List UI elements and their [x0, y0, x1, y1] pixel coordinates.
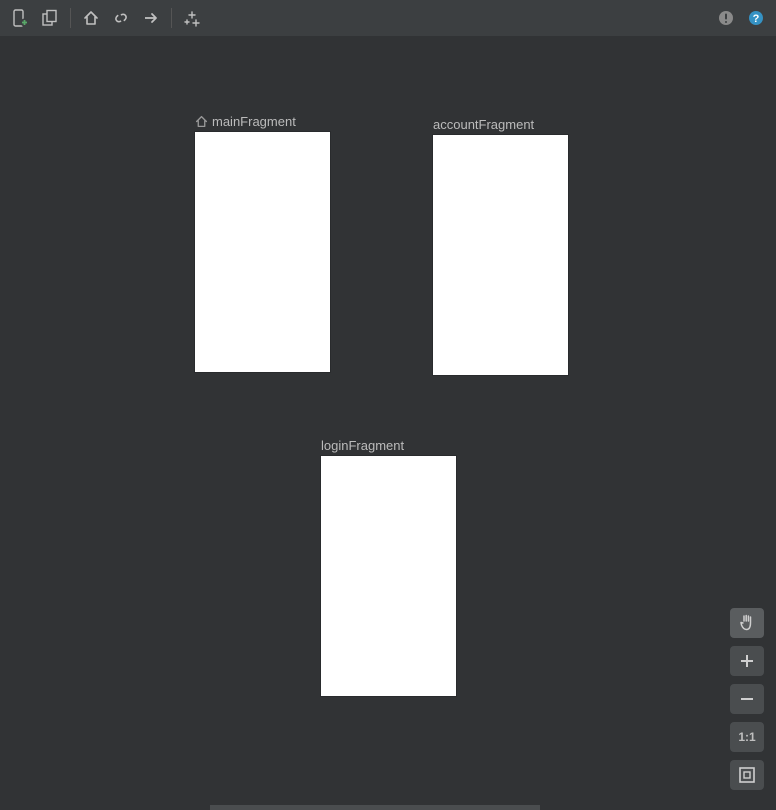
destination-label-text: accountFragment [433, 117, 534, 132]
pan-button[interactable] [730, 608, 764, 638]
destination-label: mainFragment [195, 112, 330, 130]
pan-icon [738, 614, 756, 632]
destination-label: loginFragment [321, 436, 456, 454]
zoom-actual-label: 1:1 [738, 730, 755, 744]
toolbar-separator [70, 8, 71, 28]
editor-toolbar: ? [0, 0, 776, 37]
destination-label-text: mainFragment [212, 114, 296, 129]
zoom-in-button[interactable] [730, 646, 764, 676]
zoom-fit-icon [738, 766, 756, 784]
help-icon: ? [748, 10, 764, 26]
nested-graph-icon [41, 9, 59, 27]
destination-account[interactable]: accountFragment [433, 115, 568, 375]
zoom-fit-button[interactable] [730, 760, 764, 790]
svg-text:?: ? [753, 13, 760, 25]
toolbar-separator [171, 8, 172, 28]
zoom-in-icon [740, 654, 754, 668]
zoom-actual-button[interactable]: 1:1 [730, 722, 764, 752]
warnings-button[interactable] [712, 4, 740, 32]
destination-label-text: loginFragment [321, 438, 404, 453]
new-destination-button[interactable] [6, 4, 34, 32]
component-stub [210, 805, 540, 810]
zoom-out-icon [740, 692, 754, 706]
new-destination-icon [11, 9, 29, 27]
start-home-icon [195, 115, 208, 128]
help-button[interactable]: ? [742, 4, 770, 32]
destination-preview [195, 132, 330, 372]
nav-graph-canvas[interactable]: mainFragment accountFragment loginFragme… [0, 36, 776, 810]
auto-arrange-button[interactable] [178, 4, 206, 32]
destination-label: accountFragment [433, 115, 568, 133]
arrow-right-icon [142, 9, 160, 27]
deeplink-button[interactable] [107, 4, 135, 32]
link-icon [112, 9, 130, 27]
home-icon [83, 10, 99, 26]
add-action-button[interactable] [137, 4, 165, 32]
destination-preview [433, 135, 568, 375]
warning-icon [718, 10, 734, 26]
assign-start-button[interactable] [77, 4, 105, 32]
destination-main[interactable]: mainFragment [195, 112, 330, 372]
destination-preview [321, 456, 456, 696]
zoom-out-button[interactable] [730, 684, 764, 714]
destination-login[interactable]: loginFragment [321, 436, 456, 696]
auto-arrange-icon [183, 9, 201, 27]
nested-graph-button[interactable] [36, 4, 64, 32]
zoom-controls: 1:1 [730, 608, 764, 790]
